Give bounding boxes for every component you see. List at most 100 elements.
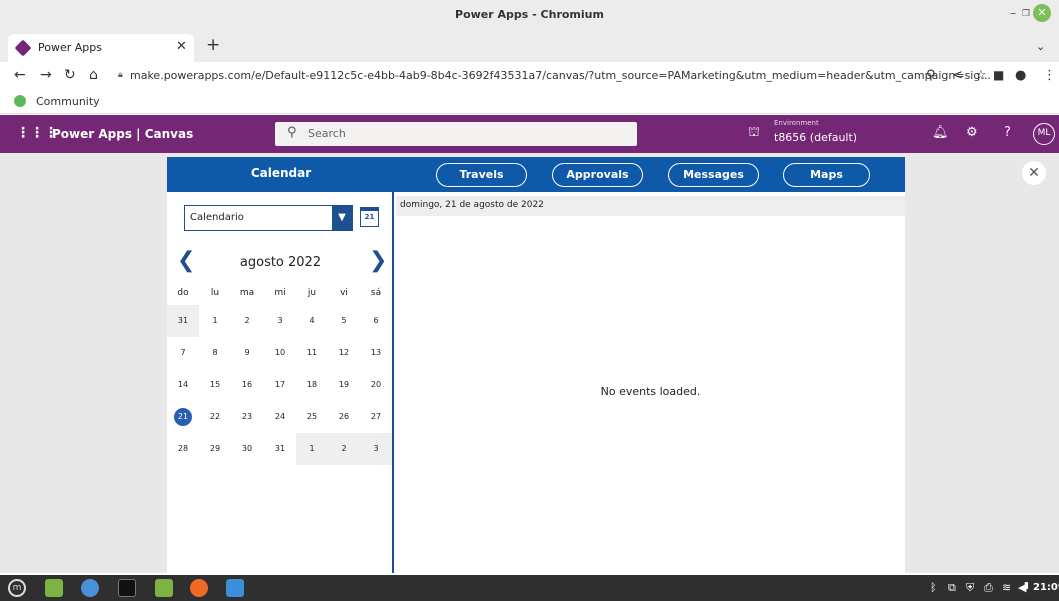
close-window-icon[interactable]: ✕ [1033, 4, 1051, 22]
calendar-day[interactable]: 31 [264, 433, 296, 465]
powerapps-header: ⋮⋮⋮ Power Apps | Canvas ⚲ Search ⛫ Envir… [0, 115, 1059, 153]
home-icon[interactable]: ⌂ [89, 67, 98, 83]
calendar-day[interactable]: 8 [199, 337, 231, 369]
calendar-day[interactable]: 31 [167, 305, 199, 337]
reload-icon[interactable]: ↻ [64, 67, 76, 83]
browser-menu-icon[interactable]: ⋮ [1043, 68, 1056, 83]
profile-icon[interactable]: ● [1015, 68, 1026, 83]
files-icon[interactable] [45, 579, 63, 597]
calendar-day[interactable]: 25 [296, 401, 328, 433]
calendar-day[interactable]: 13 [360, 337, 392, 369]
events-panel: domingo, 21 de agosto de 2022 No events … [396, 192, 905, 573]
calendar-day[interactable]: 10 [264, 337, 296, 369]
wifi-icon[interactable]: ≋ [1002, 581, 1011, 594]
location-icon[interactable]: ⚲ [926, 68, 936, 83]
calendar-day[interactable]: 9 [231, 337, 263, 369]
printer-icon[interactable]: ⎙ [984, 581, 993, 595]
bluetooth-icon[interactable]: ᛒ [930, 581, 937, 594]
calendar-day[interactable]: 3 [360, 433, 392, 465]
power-apps-favicon-icon [14, 39, 32, 57]
calendar-day[interactable]: 27 [360, 401, 392, 433]
calendar-day[interactable]: 1 [296, 433, 328, 465]
update-icon[interactable]: ⛨ [966, 581, 974, 595]
share-icon[interactable]: < [952, 68, 963, 83]
maximize-icon[interactable]: ❐ [1022, 9, 1030, 19]
calendar-day[interactable]: 11 [296, 337, 328, 369]
mint-menu-icon[interactable]: m [8, 579, 26, 597]
help-icon[interactable]: ? [1004, 125, 1011, 140]
calendar-day[interactable]: 4 [296, 305, 328, 337]
messages-button[interactable]: Messages [668, 163, 759, 187]
calendar-day[interactable]: 24 [264, 401, 296, 433]
window-title: Power Apps - Chromium [455, 8, 604, 21]
calendar-day[interactable]: 14 [167, 369, 199, 401]
calendar-day[interactable]: 20 [360, 369, 392, 401]
folder-icon[interactable] [155, 579, 173, 597]
search-input[interactable]: ⚲ Search [275, 122, 637, 146]
bookmark-community[interactable]: Community [36, 95, 100, 108]
calendar-day[interactable]: 18 [296, 369, 328, 401]
battery-icon[interactable]: ▮ [1024, 581, 1029, 591]
powerapps-title[interactable]: Power Apps | Canvas [52, 127, 193, 141]
dropdown-value: Calendario [190, 212, 244, 223]
calendar-icon[interactable]: 21 [360, 207, 379, 227]
date-header-text: domingo, 21 de agosto de 2022 [400, 200, 544, 210]
travels-button[interactable]: Travels [436, 163, 527, 187]
calendar-day[interactable]: 2 [328, 433, 360, 465]
calendar-day[interactable]: 22 [199, 401, 231, 433]
new-tab-icon[interactable]: + [206, 35, 220, 55]
forward-icon[interactable]: → [40, 67, 52, 83]
calendar-day[interactable]: 28 [167, 433, 199, 465]
calendar-day[interactable]: 5 [328, 305, 360, 337]
next-month-icon[interactable]: ❯ [369, 248, 387, 273]
calendar-day[interactable]: 23 [231, 401, 263, 433]
calendar-day[interactable]: 19 [328, 369, 360, 401]
calendar-day[interactable]: 6 [360, 305, 392, 337]
environment-label: Environment [774, 119, 819, 127]
weekday-label: ma [239, 288, 255, 298]
sidepanel-icon[interactable]: ■ [993, 68, 1004, 82]
notifications-bell-icon[interactable]: 🔔︎ [932, 125, 949, 140]
settings-gear-icon[interactable]: ⚙ [966, 125, 978, 140]
tab-power-apps[interactable]: Power Apps ✕ [8, 34, 194, 62]
environment-icon[interactable]: ⛫ [748, 125, 760, 142]
text-editor-icon[interactable] [226, 579, 244, 597]
back-icon[interactable]: ← [14, 67, 26, 83]
calendar-day[interactable]: 1 [199, 305, 231, 337]
bookmark-star-icon[interactable]: ☆ [975, 68, 987, 83]
weekday-label: sá [370, 288, 382, 298]
calendar-day[interactable]: 12 [328, 337, 360, 369]
calendar-day[interactable]: 3 [264, 305, 296, 337]
calendar-day[interactable]: 29 [199, 433, 231, 465]
date-header: domingo, 21 de agosto de 2022 [396, 196, 905, 216]
weekday-label: lu [210, 288, 220, 298]
app-navbar: Calendar Travels Approvals Messages Maps [167, 157, 905, 192]
calendar-day[interactable]: 16 [231, 369, 263, 401]
chevron-down-icon[interactable]: ▼ [332, 206, 352, 230]
nav-title: Calendar [250, 166, 312, 180]
calendar-day[interactable]: 15 [199, 369, 231, 401]
calendar-day-selected[interactable]: 21 [167, 401, 199, 433]
avatar[interactable]: ML [1033, 123, 1055, 145]
clipboard-icon[interactable]: ⧉ [948, 581, 956, 595]
clock[interactable]: 21:09 [1033, 582, 1059, 593]
terminal-icon[interactable] [118, 579, 136, 597]
minimize-icon[interactable]: – [1010, 6, 1016, 20]
calendar-day[interactable]: 30 [231, 433, 263, 465]
calendar-day[interactable]: 7 [167, 337, 199, 369]
firefox-icon[interactable] [190, 579, 208, 597]
calendar-dropdown[interactable]: Calendario ▼ [184, 205, 353, 231]
environment-value[interactable]: t8656 (default) [774, 131, 857, 144]
chromium-icon[interactable] [81, 579, 99, 597]
calendar-day[interactable]: 2 [231, 305, 263, 337]
month-label: agosto 2022 [239, 255, 322, 270]
weekday-label: mi [274, 288, 286, 298]
maps-button[interactable]: Maps [783, 163, 870, 187]
url-field[interactable]: make.powerapps.com/e/Default-e9112c5c-e4… [130, 69, 991, 82]
calendar-day[interactable]: 26 [328, 401, 360, 433]
tab-search-chevron-icon[interactable]: ⌄ [1036, 40, 1045, 53]
approvals-button[interactable]: Approvals [552, 163, 643, 187]
close-preview-icon[interactable]: ✕ [1022, 161, 1046, 185]
calendar-day[interactable]: 17 [264, 369, 296, 401]
close-tab-icon[interactable]: ✕ [176, 39, 187, 54]
